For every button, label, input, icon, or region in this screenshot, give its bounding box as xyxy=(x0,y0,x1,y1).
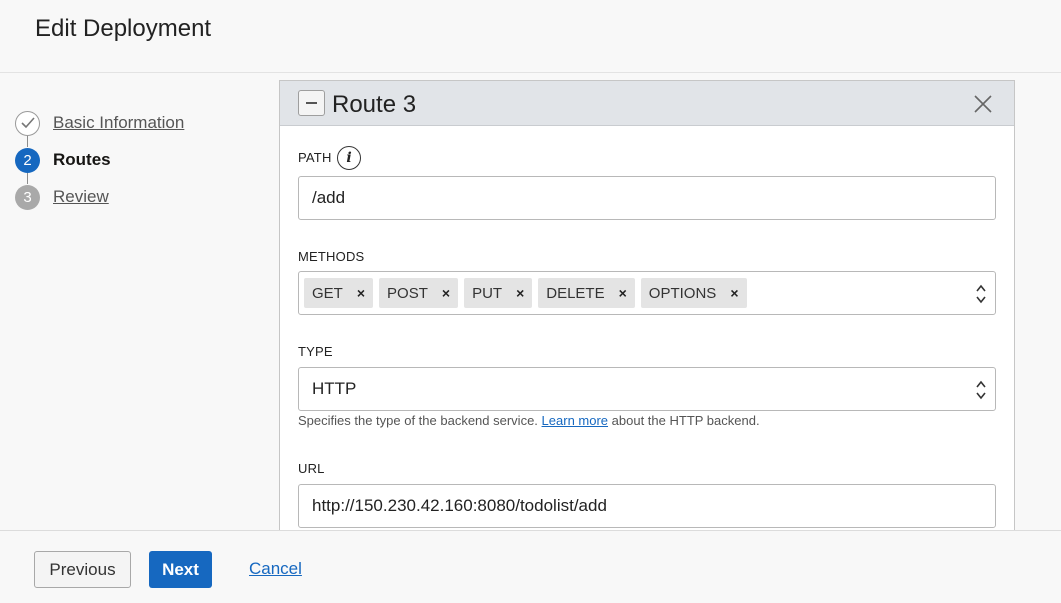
remove-chip-icon[interactable]: × xyxy=(730,285,738,301)
method-chip-put: PUT × xyxy=(464,278,533,308)
step-routes: 2 Routes xyxy=(15,147,111,173)
step-review[interactable]: 3 Review xyxy=(15,184,109,210)
learn-more-link[interactable]: Learn more xyxy=(542,413,608,428)
method-chip-get: GET × xyxy=(304,278,374,308)
url-input[interactable]: http://150.230.42.160:8080/todolist/add xyxy=(298,484,996,528)
checkmark-icon xyxy=(15,110,40,136)
select-arrows-icon xyxy=(976,284,986,304)
path-value: /add xyxy=(312,188,346,207)
remove-chip-icon[interactable]: × xyxy=(357,285,365,301)
step-basic-information[interactable]: Basic Information xyxy=(15,110,184,136)
route-title: Route 3 xyxy=(332,91,417,118)
url-value: http://150.230.42.160:8080/todolist/add xyxy=(312,496,607,515)
footer-bar: Previous Next Cancel xyxy=(0,530,1061,603)
type-value: HTTP xyxy=(312,379,357,398)
route-panel-header: Route 3 xyxy=(280,81,1014,126)
page-header: Edit Deployment xyxy=(0,0,1061,73)
remove-chip-icon[interactable]: × xyxy=(442,285,450,301)
collapse-button[interactable] xyxy=(298,90,325,116)
type-label: TYPE xyxy=(298,344,333,359)
path-label: PATH xyxy=(298,150,332,165)
info-icon[interactable]: i xyxy=(337,146,361,170)
minus-icon xyxy=(306,102,317,104)
step-number-badge: 2 xyxy=(15,147,40,173)
step-label: Routes xyxy=(53,150,111,169)
url-label: URL xyxy=(298,461,325,476)
cancel-link[interactable]: Cancel xyxy=(249,559,302,579)
step-label[interactable]: Review xyxy=(53,187,109,207)
method-chip-options: OPTIONS × xyxy=(640,278,747,308)
step-connector xyxy=(27,172,28,184)
next-button[interactable]: Next xyxy=(149,551,212,588)
select-arrows-icon xyxy=(976,380,986,400)
path-input[interactable]: /add xyxy=(298,176,996,220)
type-help-text: Specifies the type of the backend servic… xyxy=(298,413,760,428)
method-chip-delete: DELETE × xyxy=(538,278,635,308)
methods-label: METHODS xyxy=(298,249,365,264)
step-connector xyxy=(27,135,28,147)
methods-multiselect[interactable]: GET × POST × PUT × DELETE × OPTIONS × xyxy=(298,271,996,315)
close-icon[interactable] xyxy=(973,94,993,114)
route-panel: Route 3 PATH i /add METHODS GET × POST × P… xyxy=(279,80,1015,540)
step-number-badge: 3 xyxy=(15,184,40,210)
type-select[interactable]: HTTP xyxy=(298,367,996,411)
method-chip-post: POST × xyxy=(379,278,459,308)
page-title: Edit Deployment xyxy=(35,15,212,42)
remove-chip-icon[interactable]: × xyxy=(619,285,627,301)
previous-button[interactable]: Previous xyxy=(34,551,131,588)
remove-chip-icon[interactable]: × xyxy=(516,285,524,301)
step-label[interactable]: Basic Information xyxy=(53,113,184,133)
